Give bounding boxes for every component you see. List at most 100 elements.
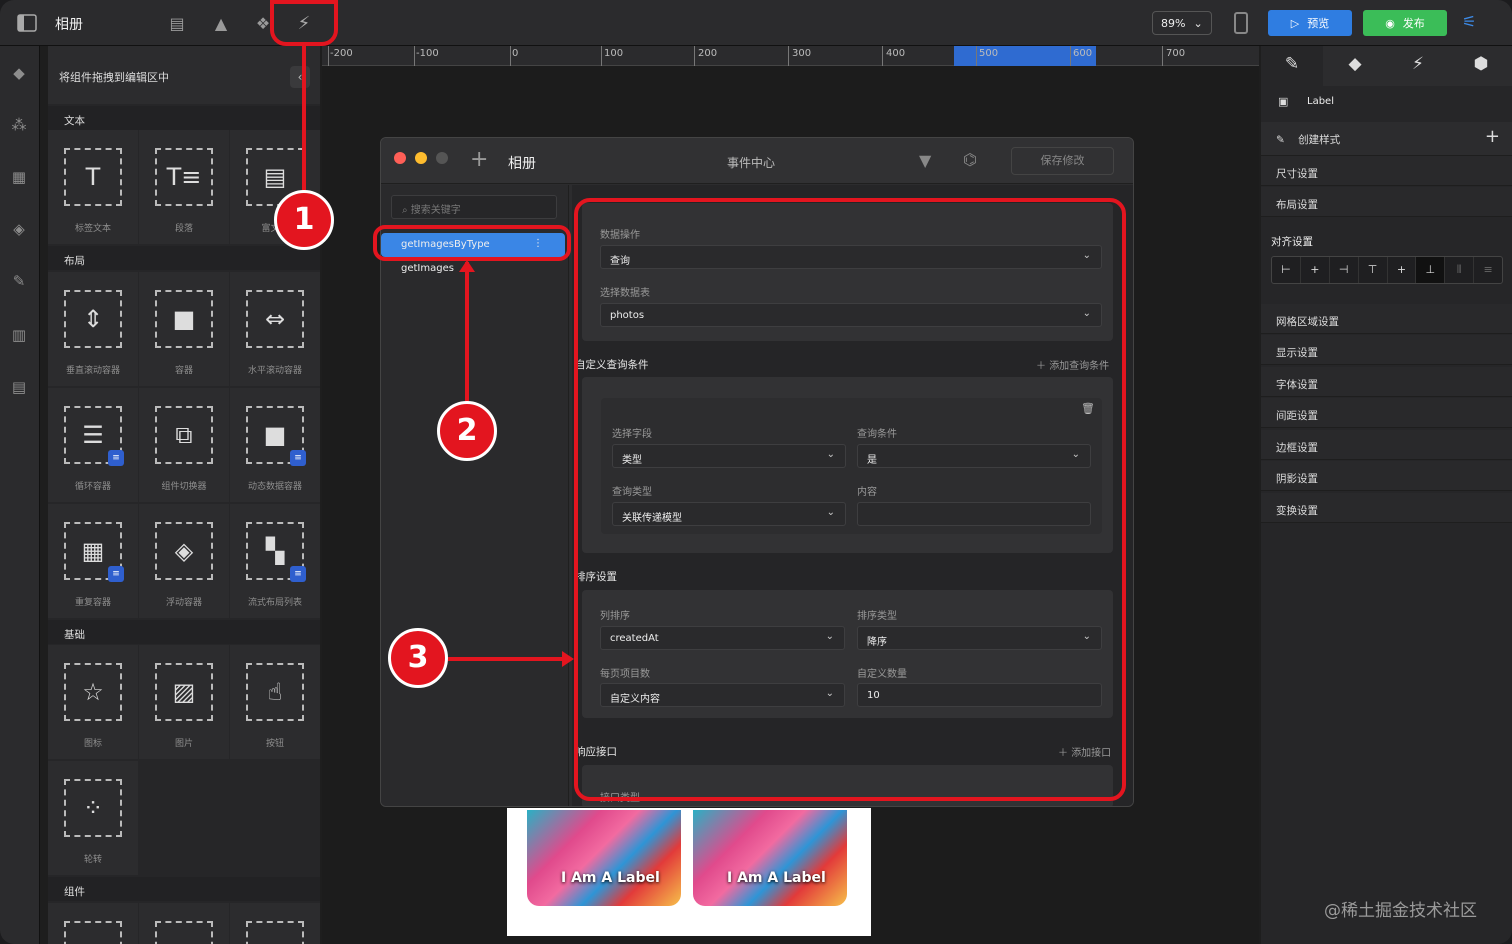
component-tile[interactable]: ▚ ≡ 流式布局列表 xyxy=(230,504,320,618)
section-title-basic: 基础 xyxy=(48,620,320,644)
component-tile[interactable]: T 标签文本 xyxy=(48,130,138,244)
box-icon[interactable]: ⬢ xyxy=(1450,54,1512,78)
border-settings[interactable]: 边框设置 xyxy=(1261,430,1512,460)
size-settings[interactable]: 尺寸设置 xyxy=(1261,156,1512,186)
preview-button[interactable]: ▷ 预览 xyxy=(1268,10,1352,36)
component-tile[interactable]: ⇔ 水平滚动容器 xyxy=(230,272,320,386)
triangle-icon[interactable]: ▲ xyxy=(210,12,232,34)
annotation-arrow xyxy=(302,46,306,192)
component-tile[interactable]: ☆ 图标 xyxy=(48,645,138,759)
section-title-text: 文本 xyxy=(48,106,320,130)
minimize-window-button[interactable] xyxy=(415,152,427,164)
align-top-button[interactable]: ⊤ xyxy=(1359,257,1388,283)
create-style-row[interactable]: ✎ 创建样式 + xyxy=(1261,122,1512,156)
flow-list-icon: ▚ ≡ xyxy=(246,522,306,582)
close-window-button[interactable] xyxy=(394,152,406,164)
shadow-settings[interactable]: 阴影设置 xyxy=(1261,461,1512,491)
component-tile[interactable]: ⧉ 组件切换器 xyxy=(139,388,229,502)
step-badge-1: 1 xyxy=(274,190,334,250)
component-tile[interactable] xyxy=(48,903,138,944)
clean-icon[interactable]: ⌬ xyxy=(963,150,977,169)
diamond-icon[interactable]: ◆ xyxy=(1324,54,1386,78)
component-tile[interactable]: ▨ 图片 xyxy=(139,645,229,759)
chevron-down-icon: ⌄ xyxy=(1193,16,1203,30)
component-tile[interactable]: T≡ 段落 xyxy=(139,130,229,244)
create-style-label: 创建样式 xyxy=(1298,134,1341,146)
device-icon[interactable] xyxy=(1234,12,1248,34)
component-tile[interactable]: ⇕ 垂直滚动容器 xyxy=(48,272,138,386)
preview-label: 预览 xyxy=(1307,17,1330,30)
ruler-tick: 300 xyxy=(792,48,812,59)
component-tile[interactable]: ▦ ≡ 重复容器 xyxy=(48,504,138,618)
component-tile[interactable]: ☝ 按钮 xyxy=(230,645,320,759)
search-input[interactable]: ⌕ 搜索关键字 xyxy=(391,195,557,219)
distribute-h-button[interactable]: ⦀ xyxy=(1445,257,1475,283)
component-panel: 将组件拖拽到编辑区中 ‹ 文本 T标签文本 T≡段落 ▤富文本 布局 ⇕垂直滚动… xyxy=(48,46,320,944)
align-right-button[interactable]: ⊣ xyxy=(1330,257,1359,283)
display-settings[interactable]: 显示设置 xyxy=(1261,335,1512,365)
dialog-center-title: 事件中心 xyxy=(727,156,776,170)
component-label: 按钮 xyxy=(265,739,284,749)
font-settings[interactable]: 字体设置 xyxy=(1261,367,1512,397)
top-toolbar: 相册 ▤ ▲ ❖ ⚡ 89% ⌄ ▷ 预览 ◉ 发布 ⚟ xyxy=(0,0,1512,46)
highlight-ring-api xyxy=(373,225,571,261)
left-rail: ◆ ⁂ ▦ ◈ ✎ ▥ ▤ xyxy=(0,46,40,944)
component-tile[interactable]: ◈ 浮动容器 xyxy=(139,504,229,618)
gallery-image[interactable]: I Am A Label xyxy=(693,810,847,906)
plus-icon[interactable]: + xyxy=(1485,126,1500,147)
align-center-v-button[interactable]: + xyxy=(1388,257,1417,283)
component-label: 标签文本 xyxy=(74,224,111,234)
cube-icon[interactable]: ◆ xyxy=(9,64,29,84)
zoom-select[interactable]: 89% ⌄ xyxy=(1152,11,1212,35)
align-left-button[interactable]: ⊢ xyxy=(1272,257,1301,283)
maximize-window-button[interactable] xyxy=(436,152,448,164)
publish-button[interactable]: ◉ 发布 xyxy=(1363,10,1447,36)
layers-icon[interactable]: ◈ xyxy=(9,220,29,240)
repeat-container-icon: ▦ ≡ xyxy=(64,522,124,582)
gallery-image[interactable]: I Am A Label xyxy=(527,810,681,906)
blocks-icon[interactable]: ⁂ xyxy=(9,116,29,136)
add-icon[interactable]: + xyxy=(470,147,488,172)
image-label: I Am A Label xyxy=(561,870,660,886)
text-component-icon: ▣ xyxy=(1278,95,1289,108)
vertical-scroll-icon: ⇕ xyxy=(64,290,122,348)
align-bottom-button[interactable]: ⊥ xyxy=(1416,257,1446,283)
annotation-arrow xyxy=(465,262,469,402)
page-icon[interactable]: ▤ xyxy=(166,12,188,34)
component-tile[interactable] xyxy=(230,903,320,944)
component-tile[interactable] xyxy=(139,903,229,944)
sliders-icon[interactable]: ⚟ xyxy=(1462,12,1486,34)
chevron-left-icon[interactable]: ‹ xyxy=(290,66,310,88)
component-label: 图片 xyxy=(174,739,193,749)
highlight-ring-config xyxy=(574,198,1126,801)
grid-icon[interactable]: ▦ xyxy=(9,168,29,188)
component-tile[interactable]: ■ ≡ 动态数据容器 xyxy=(230,388,320,502)
pin-icon[interactable]: ✎ xyxy=(9,272,29,292)
layout-settings[interactable]: 布局设置 xyxy=(1261,187,1512,217)
table-icon[interactable]: ▤ xyxy=(9,378,29,398)
layout-icon[interactable]: ▥ xyxy=(9,326,29,346)
bolt-icon[interactable]: ⚡ xyxy=(1387,54,1449,78)
switcher-icon: ⧉ xyxy=(155,406,213,464)
transform-settings[interactable]: 变换设置 xyxy=(1261,493,1512,523)
align-center-h-button[interactable]: + xyxy=(1301,257,1330,283)
ruler-tick: 200 xyxy=(698,48,718,59)
button-icon: ☝ xyxy=(246,663,304,721)
component-tile[interactable]: ■ 容器 xyxy=(139,272,229,386)
canvas-preview[interactable]: I Am A Label I Am A Label xyxy=(507,808,871,936)
filter-icon[interactable]: ▼ xyxy=(919,151,931,170)
spacing-settings[interactable]: 间距设置 xyxy=(1261,398,1512,428)
distribute-v-button[interactable]: ≡ xyxy=(1474,257,1502,283)
component-icon xyxy=(64,921,122,944)
save-button[interactable]: 保存修改 xyxy=(1011,147,1114,175)
component-label: 容器 xyxy=(174,366,193,376)
annotation-arrow xyxy=(448,657,564,661)
ruler-tick: 500 xyxy=(979,48,999,59)
component-tile[interactable]: ☰ ≡ 循环容器 xyxy=(48,388,138,502)
api-list: ⌕ 搜索关键字 getImagesByType ⋮ getImages xyxy=(381,185,569,806)
sidebar-toggle-icon[interactable] xyxy=(16,12,38,34)
component-tile[interactable]: ⁘ 轮转 xyxy=(48,761,138,875)
grid-area-settings[interactable]: 网格区域设置 xyxy=(1261,304,1512,334)
brush-icon[interactable]: ✎ xyxy=(1261,46,1323,86)
component-label: 浮动容器 xyxy=(165,598,202,608)
